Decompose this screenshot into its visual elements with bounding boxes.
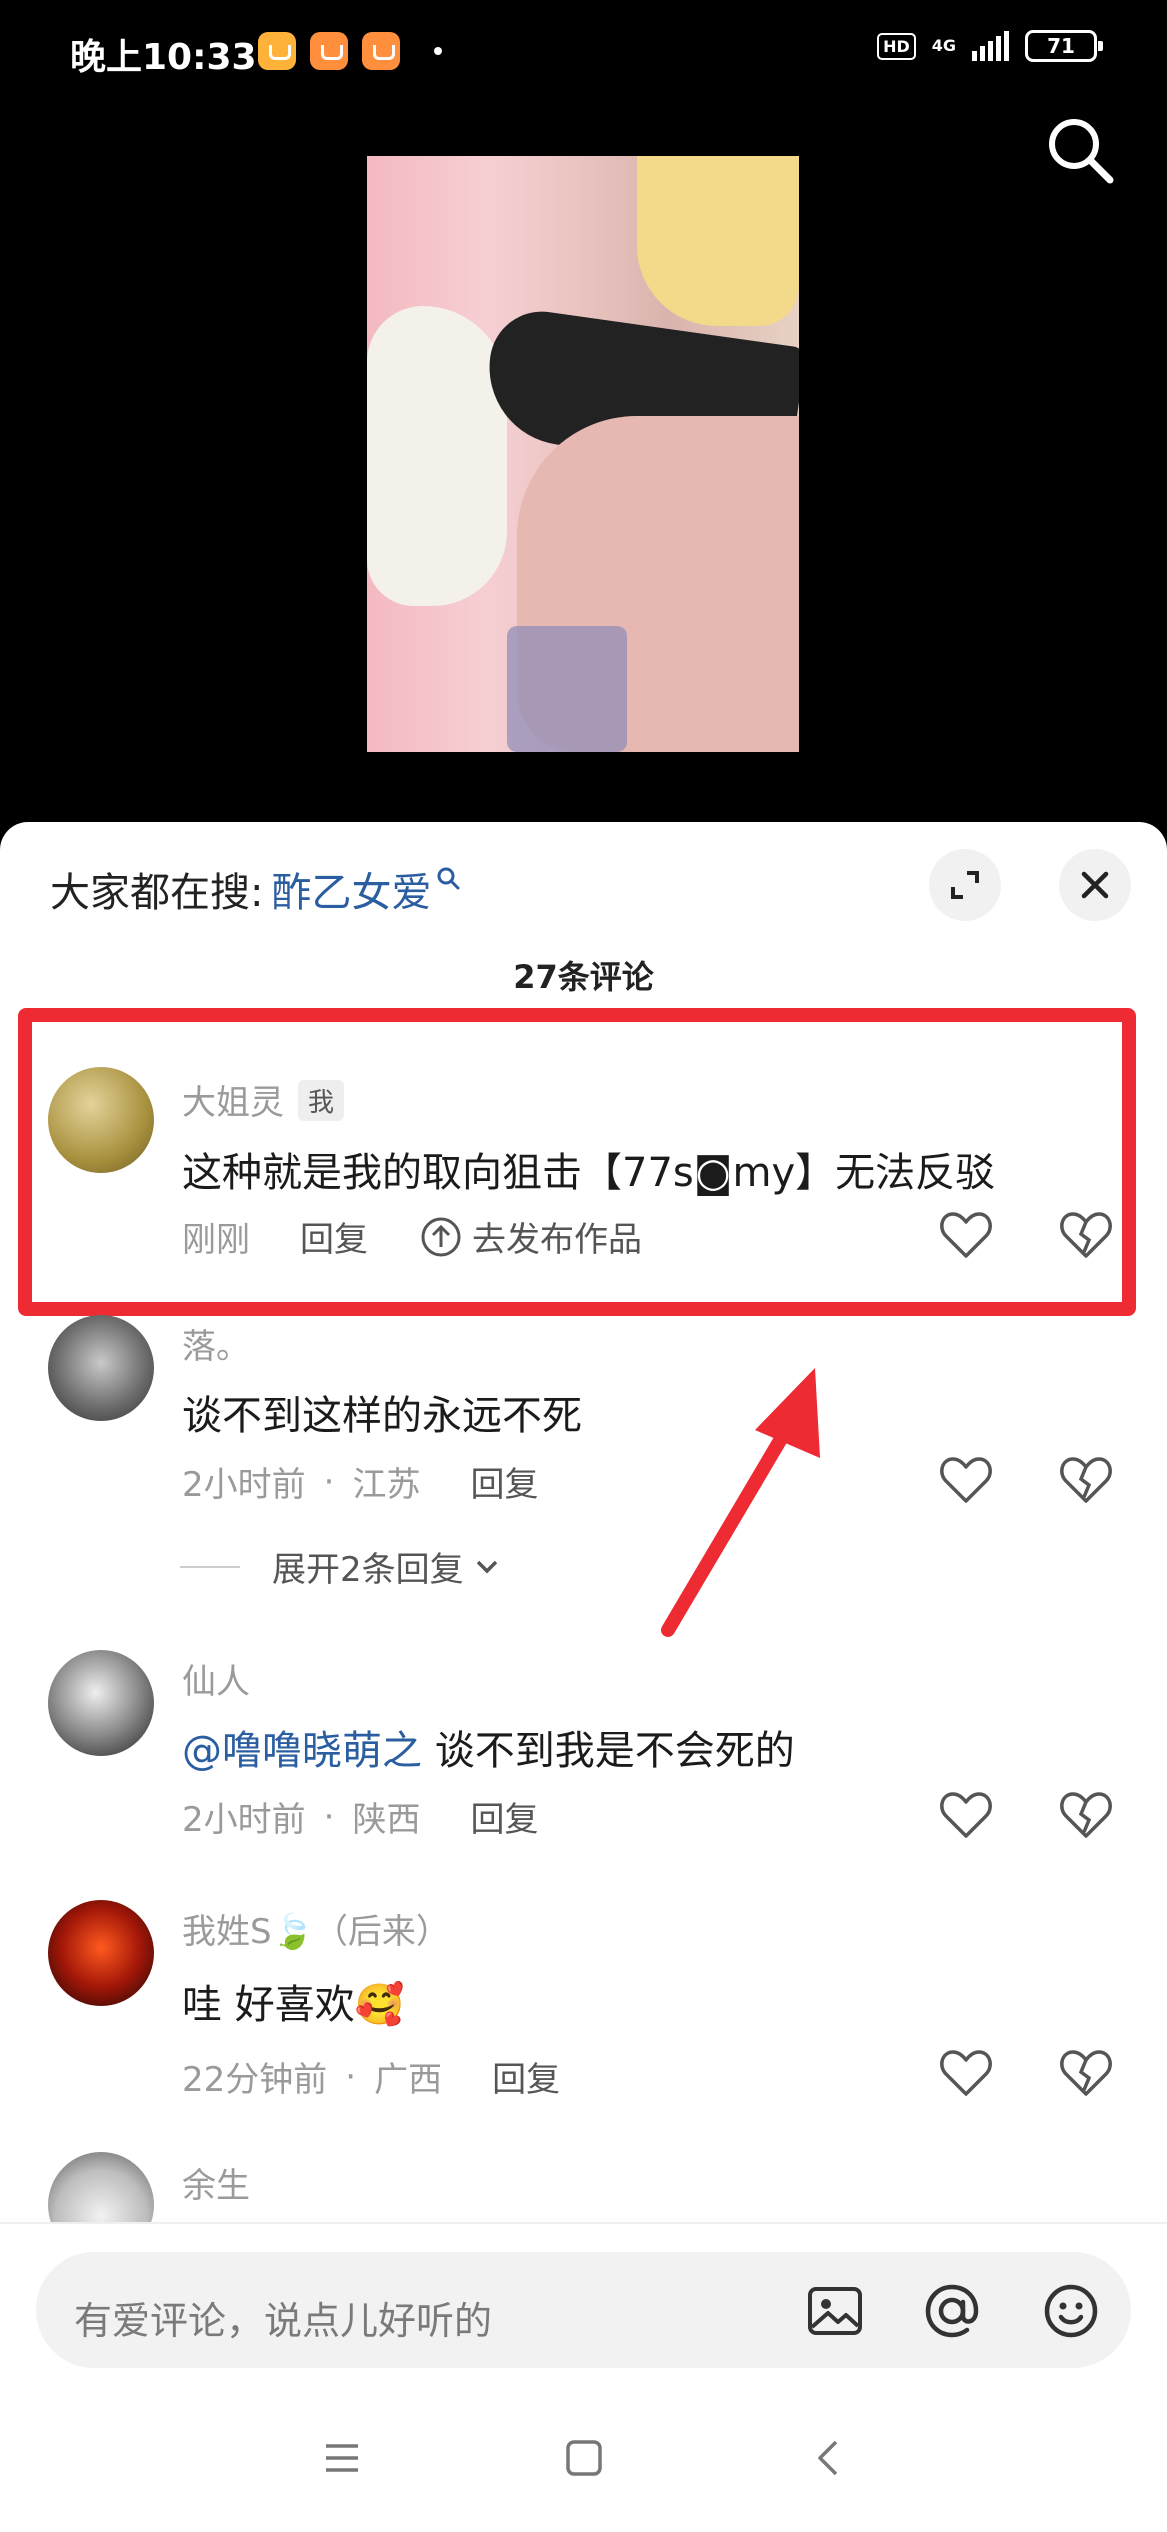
more-notifications-dot bbox=[434, 47, 442, 55]
hot-search-prefix: 大家都在搜: bbox=[50, 870, 264, 916]
comment-input[interactable]: 有爱评论，说点儿好听的 bbox=[36, 2252, 1131, 2368]
back-icon[interactable] bbox=[808, 2436, 852, 2480]
hot-search-term[interactable]: 酢乙女爱 bbox=[271, 860, 431, 918]
dislike-icon[interactable] bbox=[1058, 1790, 1114, 1840]
system-nav-bar bbox=[0, 2392, 1167, 2532]
red-arrow-annotation bbox=[661, 1368, 820, 1637]
fullscreen-button[interactable] bbox=[929, 849, 1001, 921]
network-type: 4G bbox=[931, 36, 956, 55]
signal-icon bbox=[972, 31, 1009, 61]
comment-item[interactable]: 余生 bbox=[0, 2150, 1167, 2222]
comment-meta: 2小时前 · 江苏 回复 bbox=[182, 1457, 538, 1506]
video-frame[interactable] bbox=[367, 156, 799, 752]
dislike-icon[interactable] bbox=[1058, 2048, 1114, 2098]
comment-location: 广西 bbox=[374, 2060, 443, 2100]
hot-search[interactable]: 大家都在搜: 酢乙女爱 bbox=[50, 860, 461, 918]
home-icon[interactable] bbox=[562, 2436, 606, 2480]
status-indicators: HD 4G 71 bbox=[877, 30, 1103, 62]
status-time: 晚上10:33 bbox=[70, 37, 257, 78]
plush-bear-shape bbox=[637, 156, 799, 326]
expand-icon bbox=[951, 871, 979, 899]
divider-line bbox=[180, 1565, 240, 1568]
small-search-icon bbox=[437, 867, 460, 890]
menu-icon[interactable] bbox=[320, 2436, 364, 2480]
search-icon[interactable] bbox=[1040, 110, 1120, 190]
plush-toy-shape bbox=[367, 306, 507, 606]
comment-time: 2小时前 bbox=[182, 1800, 306, 1840]
comment-text[interactable]: @噜噜晓萌之 谈不到我是不会死的 bbox=[182, 1718, 795, 1776]
comment-author[interactable]: 我姓S🍃（后来） bbox=[182, 1904, 450, 1953]
comment-text[interactable]: 哇 好喜欢🥰 bbox=[182, 1972, 405, 2030]
comment-author[interactable]: 落。 bbox=[182, 1319, 250, 1368]
avatar[interactable] bbox=[48, 1315, 154, 1421]
comment-location: 江苏 bbox=[352, 1465, 421, 1505]
chevron-down-icon bbox=[476, 1560, 497, 1573]
battery-icon: 71 bbox=[1025, 30, 1103, 62]
notification-icons bbox=[258, 32, 442, 70]
status-bar: 晚上10:33 HD 4G 71 bbox=[0, 0, 1167, 110]
comment-meta: 2小时前 · 陕西 回复 bbox=[182, 1792, 538, 1841]
avatar[interactable] bbox=[48, 2152, 154, 2222]
image-icon[interactable] bbox=[804, 2280, 866, 2342]
mention-icon[interactable] bbox=[921, 2280, 983, 2342]
comment-time: 2小时前 bbox=[182, 1465, 306, 1505]
comment-location: 陕西 bbox=[352, 1800, 421, 1840]
chair-shape bbox=[507, 626, 627, 752]
like-icon[interactable] bbox=[938, 1790, 994, 1840]
close-icon bbox=[1081, 871, 1109, 899]
mention-link[interactable]: @噜噜晓萌之 bbox=[182, 1728, 422, 1774]
input-placeholder: 有爱评论，说点儿好听的 bbox=[74, 2299, 493, 2343]
close-button[interactable] bbox=[1059, 849, 1131, 921]
hd-badge: HD bbox=[877, 32, 916, 60]
reply-button[interactable]: 回复 bbox=[492, 2052, 560, 2101]
reply-button[interactable]: 回复 bbox=[470, 1457, 538, 1506]
like-icon[interactable] bbox=[938, 1455, 994, 1505]
notification-app-icon bbox=[258, 32, 296, 70]
comment-input-bar: 有爱评论，说点儿好听的 bbox=[0, 2222, 1167, 2390]
battery-level: 71 bbox=[1047, 34, 1075, 58]
reply-button[interactable]: 回复 bbox=[470, 1792, 538, 1841]
comment-author[interactable]: 余生 bbox=[182, 2158, 250, 2207]
like-icon[interactable] bbox=[938, 2048, 994, 2098]
dislike-icon[interactable] bbox=[1058, 1455, 1114, 1505]
avatar[interactable] bbox=[48, 1900, 154, 2006]
shopping-bag-icon bbox=[362, 32, 400, 70]
comment-meta: 22分钟前 · 广西 回复 bbox=[182, 2052, 560, 2101]
comment-text[interactable]: 谈不到这样的永远不死 bbox=[182, 1383, 582, 1441]
comment-author[interactable]: 仙人 bbox=[182, 1654, 250, 1703]
shopping-bag-icon bbox=[310, 32, 348, 70]
avatar[interactable] bbox=[48, 1650, 154, 1756]
highlight-annotation-box bbox=[18, 1008, 1136, 1316]
comment-count: 27条评论 bbox=[513, 958, 654, 996]
emoji-icon[interactable] bbox=[1040, 2280, 1102, 2342]
comment-time: 22分钟前 bbox=[182, 2060, 328, 2100]
expand-replies-button[interactable]: 展开2条回复 bbox=[180, 1542, 502, 1591]
